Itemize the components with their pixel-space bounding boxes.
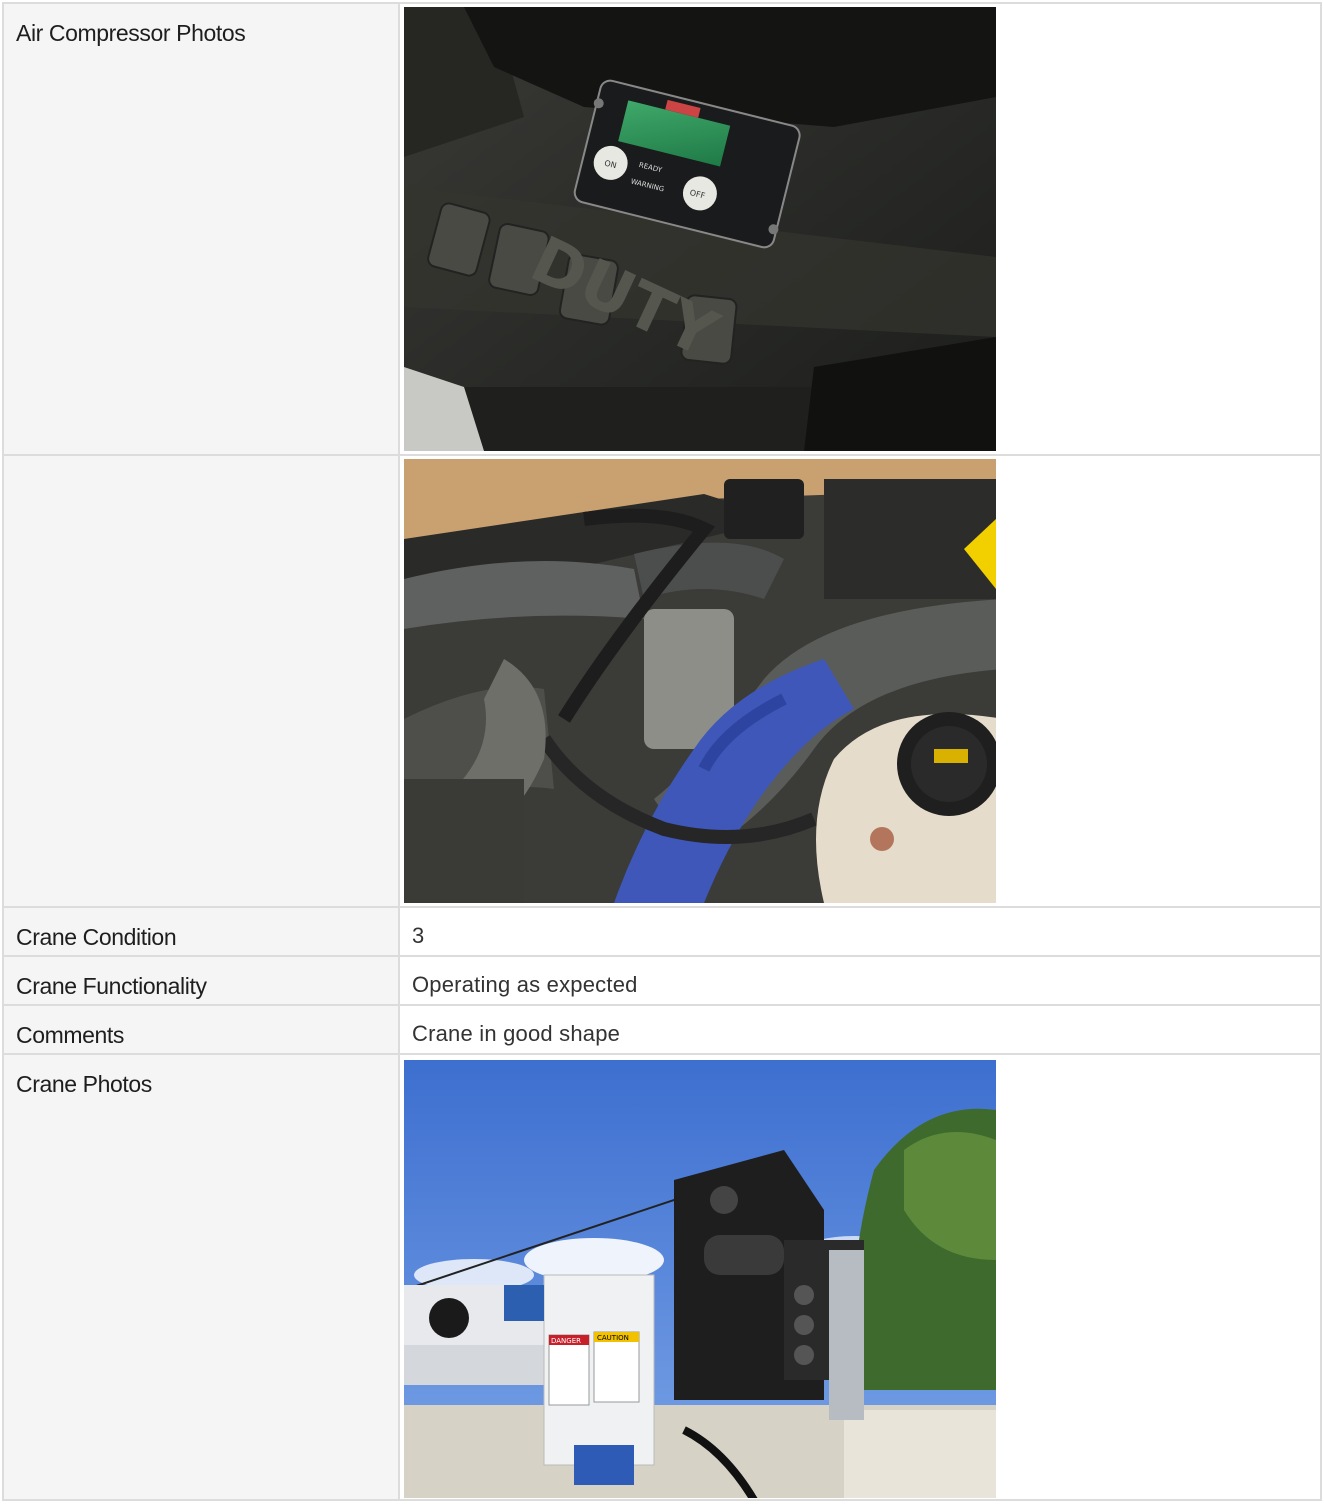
row-label: Comments — [16, 1022, 124, 1048]
table-row-air-compressor-photos-2 — [2, 454, 1322, 908]
value-cell: DANGER CAUTION — [398, 1053, 1322, 1501]
crane-photo[interactable]: DANGER CAUTION — [404, 1058, 996, 1498]
label-cell: Crane Functionality — [2, 955, 400, 1006]
comments-value: Crane in good shape — [412, 1021, 621, 1046]
table-row-air-compressor-photos: Air Compressor Photos DUTY ON OFF READY … — [2, 2, 1322, 456]
row-label — [4, 456, 398, 472]
table-row-crane-condition: Crane Condition 3 — [2, 906, 1322, 957]
value-cell: Operating as expected — [398, 955, 1322, 1006]
crane-functionality-value: Operating as expected — [412, 972, 638, 997]
label-cell: Crane Photos — [2, 1053, 400, 1501]
engine-bay-photo[interactable] — [404, 459, 996, 903]
value-cell — [398, 454, 1322, 908]
value-cell: Crane in good shape — [398, 1004, 1322, 1055]
danger-label-text: DANGER — [551, 1337, 581, 1345]
label-cell: Air Compressor Photos — [2, 2, 400, 456]
controller-image: DUTY ON OFF READY WARNING — [404, 7, 996, 451]
row-label: Crane Functionality — [16, 973, 207, 999]
row-label: Air Compressor Photos — [16, 20, 246, 46]
air-compressor-controller-photo[interactable]: DUTY ON OFF READY WARNING — [404, 7, 996, 451]
value-cell: DUTY ON OFF READY WARNING — [398, 2, 1322, 456]
label-cell — [2, 454, 400, 908]
label-cell: Crane Condition — [2, 906, 400, 957]
row-label: Crane Condition — [16, 924, 177, 950]
value-cell: 3 — [398, 906, 1322, 957]
table-row-crane-photos: Crane Photos DANGER CAUTION — [2, 1053, 1322, 1501]
table-row-comments: Comments Crane in good shape — [2, 1004, 1322, 1055]
crane-condition-value: 3 — [412, 923, 425, 948]
crane-image: DANGER CAUTION — [404, 1060, 996, 1498]
inspection-table: Air Compressor Photos DUTY ON OFF READY … — [2, 2, 1322, 1501]
row-label: Crane Photos — [16, 1071, 152, 1097]
label-cell: Comments — [2, 1004, 400, 1055]
engine-image — [404, 459, 996, 903]
table-row-crane-functionality: Crane Functionality Operating as expecte… — [2, 955, 1322, 1006]
caution-label-text: CAUTION — [597, 1334, 629, 1342]
